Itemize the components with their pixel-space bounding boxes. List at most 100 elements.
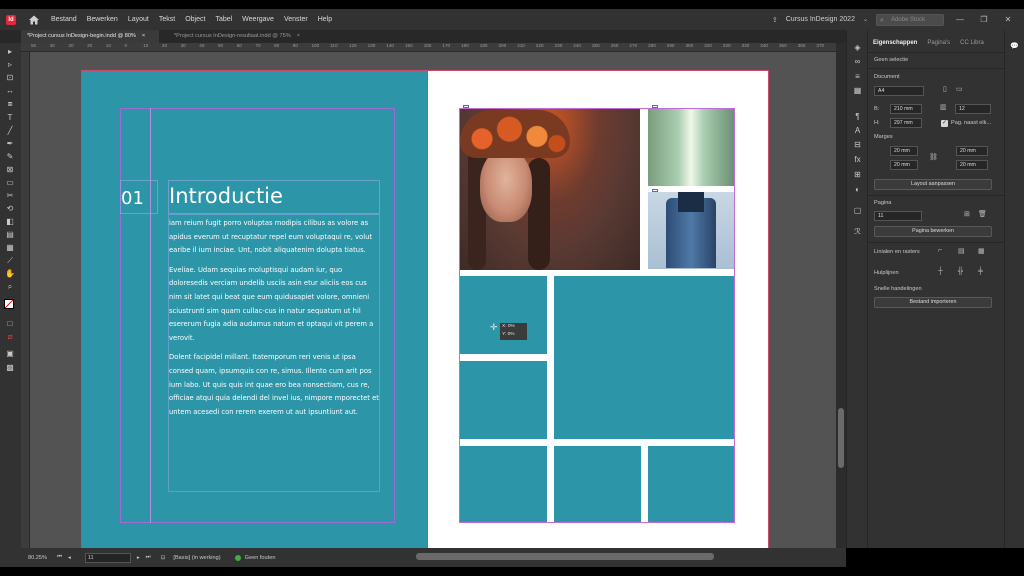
menu-item-tabel[interactable]: Tabel	[210, 16, 237, 23]
body-text[interactable]: iam reium fugit porro voluptas modipis c…	[169, 217, 379, 425]
first-page-icon[interactable]: ⏮	[57, 554, 62, 561]
margin-top-field[interactable]: 20 mm	[890, 146, 918, 156]
gap-tool-icon[interactable]: ↔	[4, 86, 16, 96]
tab-pages[interactable]: Pagina's	[922, 37, 955, 50]
open-page-icon[interactable]: ⊡	[161, 555, 166, 561]
align-icon[interactable]: ⊟	[852, 140, 863, 150]
lock-guides-icon[interactable]: ╪	[978, 268, 983, 275]
line-tool-icon[interactable]: ╱	[4, 126, 16, 136]
page-size-select[interactable]: A4	[874, 86, 924, 96]
margin-outside-field[interactable]: 20 mm	[956, 160, 988, 170]
workspace-switcher[interactable]: Cursus InDesign 2022	[786, 16, 855, 23]
pencil-tool-icon[interactable]: ✎	[4, 152, 16, 162]
style-status[interactable]: [Basis] (in werking)	[173, 555, 220, 561]
height-field[interactable]: 297 mm	[890, 118, 922, 128]
type-tool-icon[interactable]: T	[4, 113, 16, 123]
landscape-icon[interactable]: ▭	[956, 85, 963, 93]
free-transform-tool-icon[interactable]: ⟲	[4, 204, 16, 214]
effects-icon[interactable]: fx	[852, 155, 863, 165]
portrait-icon[interactable]: ▯	[943, 85, 947, 93]
import-file-button[interactable]: Bestand importeren	[874, 297, 992, 308]
hand-tool-icon[interactable]: ✋	[4, 269, 16, 279]
menu-item-layout[interactable]: Layout	[123, 16, 154, 23]
gradient-feather-tool-icon[interactable]: ▤	[4, 230, 16, 240]
tab-project-resultaat[interactable]: *Project cursus InDesign-resultaat.indd …	[168, 30, 328, 43]
menu-item-object[interactable]: Object	[180, 16, 210, 23]
ruler-icon[interactable]: ⌐	[938, 247, 942, 254]
glyphs-icon[interactable]: ℛ	[852, 227, 863, 237]
comments-icon[interactable]: 💬	[1010, 42, 1019, 50]
cc-libraries-icon[interactable]: ▢	[852, 206, 863, 216]
tab-cc-libraries[interactable]: CC Libra	[955, 37, 989, 50]
menu-item-tekst[interactable]: Tekst	[154, 16, 180, 23]
home-icon[interactable]	[28, 14, 40, 26]
menu-item-venster[interactable]: Venster	[279, 16, 313, 23]
stroke-icon[interactable]: ≡	[852, 72, 863, 82]
page-tool-icon[interactable]: ⊡	[4, 73, 16, 83]
gradient-swatch-tool-icon[interactable]: ◧	[4, 217, 16, 227]
tab-project-begin[interactable]: *Project cursus InDesign-begin.indd @ 80…	[21, 30, 159, 43]
facing-pages-checkbox[interactable]: ✓	[941, 120, 948, 127]
restore-icon[interactable]: ❐	[976, 15, 992, 24]
eyedropper-tool-icon[interactable]: ⟋	[4, 256, 16, 266]
horizontal-scroll-thumb[interactable]	[416, 553, 714, 560]
adobe-stock-search[interactable]: ⌕ Adobe Stock	[876, 13, 944, 26]
formatting-affects-container-icon[interactable]: □	[4, 319, 16, 329]
rectangle-frame-tool-icon[interactable]: ⊠	[4, 165, 16, 175]
previous-page-icon[interactable]: ◂	[68, 555, 71, 561]
margin-inside-field[interactable]: 20 mm	[956, 146, 988, 156]
link-margins-icon[interactable]: ⛓	[929, 153, 938, 161]
links-icon[interactable]: ∞	[852, 57, 863, 67]
zoom-tool-icon[interactable]: ⌕	[4, 282, 16, 292]
preflight-label[interactable]: Geen fouten	[245, 555, 276, 561]
menu-item-bewerken[interactable]: Bewerken	[82, 16, 123, 23]
chapter-number[interactable]: 01	[121, 188, 144, 209]
selection-tool-icon[interactable]: ▸	[4, 47, 16, 57]
preview-mode-icon[interactable]: ▩	[4, 363, 16, 373]
frame-handle[interactable]	[463, 105, 469, 108]
adjust-layout-button[interactable]: Layout aanpassen	[874, 179, 992, 190]
frame-handle[interactable]	[652, 105, 658, 108]
chevron-down-icon[interactable]: ⌄	[863, 16, 868, 23]
fill-swatch-icon[interactable]	[4, 299, 14, 309]
close-icon[interactable]: ×	[142, 33, 145, 39]
page-number-field[interactable]: 11	[84, 552, 131, 563]
screen-mode-icon[interactable]: ▣	[4, 349, 16, 359]
swatches-icon[interactable]: ▦	[852, 86, 863, 96]
page-select[interactable]: 11	[874, 211, 922, 221]
minimize-icon[interactable]: —	[952, 15, 968, 24]
direct-selection-tool-icon[interactable]: ▹	[4, 60, 16, 70]
zoom-field[interactable]: 80.25%	[28, 555, 47, 561]
close-icon[interactable]: ✕	[1000, 15, 1016, 24]
add-page-icon[interactable]: ⊞	[964, 210, 970, 218]
delete-page-icon[interactable]: 🗑	[978, 210, 987, 218]
close-icon[interactable]: ×	[297, 33, 300, 39]
pathfinder-icon[interactable]: ⊞	[852, 170, 863, 180]
pen-tool-icon[interactable]: ✒	[4, 139, 16, 149]
apply-none-icon[interactable]: ⧄	[4, 332, 16, 342]
next-page-icon[interactable]: ▸	[137, 555, 140, 561]
tab-properties[interactable]: Eigenschappen	[868, 37, 922, 50]
content-collector-icon[interactable]: ⧈	[4, 99, 16, 109]
menu-item-help[interactable]: Help	[313, 16, 337, 23]
vertical-scrollbar[interactable]	[836, 43, 846, 548]
pages-count-field[interactable]: 12	[955, 104, 991, 114]
vertical-ruler[interactable]	[21, 52, 30, 548]
layers-icon[interactable]: ◈	[852, 43, 863, 53]
scissors-tool-icon[interactable]: ✂	[4, 191, 16, 201]
guides-icon[interactable]: ┼	[938, 268, 943, 275]
menu-item-bestand[interactable]: Bestand	[46, 16, 82, 23]
document-grid-icon[interactable]: ▦	[978, 247, 985, 255]
gradient-icon[interactable]: ◐	[852, 185, 863, 195]
baseline-grid-icon[interactable]: ▤	[958, 247, 965, 255]
width-field[interactable]: 210 mm	[890, 104, 922, 114]
last-page-icon[interactable]: ⏭	[146, 554, 151, 561]
chapter-title[interactable]: Introductie	[169, 184, 283, 208]
horizontal-ruler[interactable]: 50 40 30 20 10 0 10 20 30 40 50 60 70 80 90 100 110 120 13…	[21, 43, 836, 52]
menu-item-weergave[interactable]: Weergave	[237, 16, 279, 23]
frame-handle[interactable]	[652, 189, 658, 192]
share-icon[interactable]: ⇪	[772, 16, 778, 24]
margin-bottom-field[interactable]: 20 mm	[890, 160, 918, 170]
character-icon[interactable]: A	[852, 126, 863, 136]
edit-page-button[interactable]: Pagina bewerken	[874, 226, 992, 237]
